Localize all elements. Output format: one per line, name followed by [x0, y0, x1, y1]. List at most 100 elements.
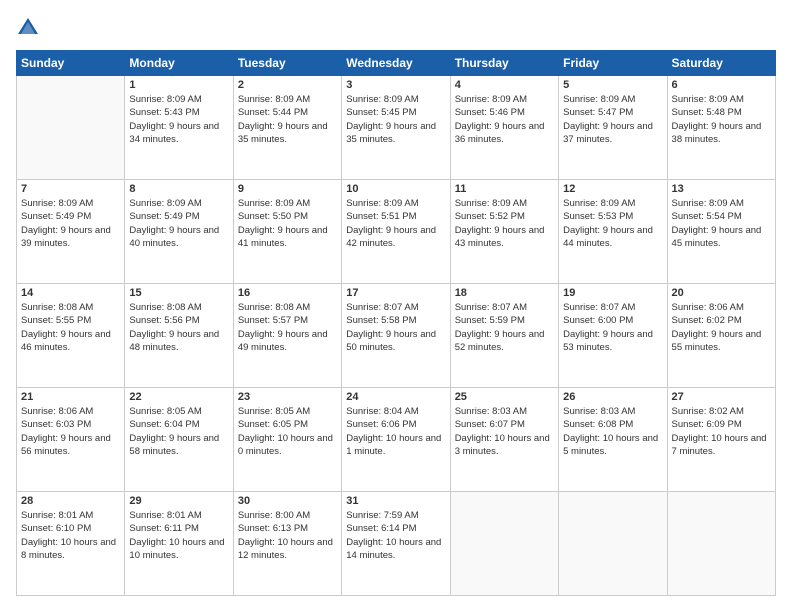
day-info: Sunrise: 8:03 AMSunset: 6:07 PMDaylight:…	[455, 405, 554, 458]
sunset-text: Sunset: 5:59 PM	[455, 314, 554, 327]
day-number: 6	[672, 79, 771, 91]
calendar-cell: 6Sunrise: 8:09 AMSunset: 5:48 PMDaylight…	[667, 76, 775, 180]
day-info: Sunrise: 8:00 AMSunset: 6:13 PMDaylight:…	[238, 509, 337, 562]
day-info: Sunrise: 8:09 AMSunset: 5:54 PMDaylight:…	[672, 197, 771, 250]
daylight-text: Daylight: 10 hours and 0 minutes.	[238, 432, 337, 459]
calendar-cell: 9Sunrise: 8:09 AMSunset: 5:50 PMDaylight…	[233, 180, 341, 284]
sunrise-text: Sunrise: 8:09 AM	[563, 197, 662, 210]
sunset-text: Sunset: 5:43 PM	[129, 106, 228, 119]
daylight-text: Daylight: 9 hours and 35 minutes.	[238, 120, 337, 147]
day-info: Sunrise: 7:59 AMSunset: 6:14 PMDaylight:…	[346, 509, 445, 562]
calendar-cell: 17Sunrise: 8:07 AMSunset: 5:58 PMDayligh…	[342, 284, 450, 388]
sunrise-text: Sunrise: 8:01 AM	[129, 509, 228, 522]
daylight-text: Daylight: 9 hours and 34 minutes.	[129, 120, 228, 147]
sunset-text: Sunset: 5:52 PM	[455, 210, 554, 223]
day-number: 26	[563, 391, 662, 403]
day-number: 28	[21, 495, 120, 507]
daylight-text: Daylight: 9 hours and 43 minutes.	[455, 224, 554, 251]
sunrise-text: Sunrise: 8:01 AM	[21, 509, 120, 522]
calendar-cell: 13Sunrise: 8:09 AMSunset: 5:54 PMDayligh…	[667, 180, 775, 284]
daylight-text: Daylight: 10 hours and 14 minutes.	[346, 536, 445, 563]
daylight-text: Daylight: 9 hours and 58 minutes.	[129, 432, 228, 459]
logo-icon	[16, 16, 40, 40]
sunset-text: Sunset: 5:54 PM	[672, 210, 771, 223]
daylight-text: Daylight: 9 hours and 39 minutes.	[21, 224, 120, 251]
daylight-text: Daylight: 9 hours and 52 minutes.	[455, 328, 554, 355]
sunrise-text: Sunrise: 8:06 AM	[672, 301, 771, 314]
sunset-text: Sunset: 6:04 PM	[129, 418, 228, 431]
sunset-text: Sunset: 6:09 PM	[672, 418, 771, 431]
day-info: Sunrise: 8:01 AMSunset: 6:11 PMDaylight:…	[129, 509, 228, 562]
calendar-cell: 2Sunrise: 8:09 AMSunset: 5:44 PMDaylight…	[233, 76, 341, 180]
day-info: Sunrise: 8:09 AMSunset: 5:44 PMDaylight:…	[238, 93, 337, 146]
calendar-cell: 11Sunrise: 8:09 AMSunset: 5:52 PMDayligh…	[450, 180, 558, 284]
calendar-header-sunday: Sunday	[17, 51, 125, 76]
calendar-cell: 10Sunrise: 8:09 AMSunset: 5:51 PMDayligh…	[342, 180, 450, 284]
day-number: 17	[346, 287, 445, 299]
day-number: 25	[455, 391, 554, 403]
sunrise-text: Sunrise: 8:05 AM	[129, 405, 228, 418]
calendar-header-tuesday: Tuesday	[233, 51, 341, 76]
daylight-text: Daylight: 9 hours and 46 minutes.	[21, 328, 120, 355]
sunrise-text: Sunrise: 8:09 AM	[129, 93, 228, 106]
day-info: Sunrise: 8:03 AMSunset: 6:08 PMDaylight:…	[563, 405, 662, 458]
calendar-cell: 23Sunrise: 8:05 AMSunset: 6:05 PMDayligh…	[233, 388, 341, 492]
day-number: 16	[238, 287, 337, 299]
sunset-text: Sunset: 5:53 PM	[563, 210, 662, 223]
calendar-header-row: SundayMondayTuesdayWednesdayThursdayFrid…	[17, 51, 776, 76]
day-number: 9	[238, 183, 337, 195]
calendar-cell: 14Sunrise: 8:08 AMSunset: 5:55 PMDayligh…	[17, 284, 125, 388]
day-info: Sunrise: 8:09 AMSunset: 5:49 PMDaylight:…	[21, 197, 120, 250]
sunset-text: Sunset: 5:58 PM	[346, 314, 445, 327]
day-number: 8	[129, 183, 228, 195]
calendar-cell	[450, 492, 558, 596]
day-number: 24	[346, 391, 445, 403]
calendar-header-saturday: Saturday	[667, 51, 775, 76]
calendar-cell: 31Sunrise: 7:59 AMSunset: 6:14 PMDayligh…	[342, 492, 450, 596]
calendar-cell	[559, 492, 667, 596]
calendar-cell: 8Sunrise: 8:09 AMSunset: 5:49 PMDaylight…	[125, 180, 233, 284]
sunrise-text: Sunrise: 8:09 AM	[346, 197, 445, 210]
day-info: Sunrise: 8:05 AMSunset: 6:04 PMDaylight:…	[129, 405, 228, 458]
day-number: 12	[563, 183, 662, 195]
sunrise-text: Sunrise: 8:05 AM	[238, 405, 337, 418]
day-number: 14	[21, 287, 120, 299]
calendar-cell	[17, 76, 125, 180]
day-number: 18	[455, 287, 554, 299]
calendar-cell: 27Sunrise: 8:02 AMSunset: 6:09 PMDayligh…	[667, 388, 775, 492]
daylight-text: Daylight: 10 hours and 5 minutes.	[563, 432, 662, 459]
sunrise-text: Sunrise: 8:07 AM	[346, 301, 445, 314]
sunset-text: Sunset: 5:56 PM	[129, 314, 228, 327]
calendar-cell: 18Sunrise: 8:07 AMSunset: 5:59 PMDayligh…	[450, 284, 558, 388]
day-number: 20	[672, 287, 771, 299]
daylight-text: Daylight: 10 hours and 8 minutes.	[21, 536, 120, 563]
calendar-week-row: 21Sunrise: 8:06 AMSunset: 6:03 PMDayligh…	[17, 388, 776, 492]
day-info: Sunrise: 8:05 AMSunset: 6:05 PMDaylight:…	[238, 405, 337, 458]
page: SundayMondayTuesdayWednesdayThursdayFrid…	[0, 0, 792, 612]
day-info: Sunrise: 8:09 AMSunset: 5:52 PMDaylight:…	[455, 197, 554, 250]
calendar-week-row: 7Sunrise: 8:09 AMSunset: 5:49 PMDaylight…	[17, 180, 776, 284]
sunrise-text: Sunrise: 8:09 AM	[238, 93, 337, 106]
day-number: 3	[346, 79, 445, 91]
calendar-cell: 5Sunrise: 8:09 AMSunset: 5:47 PMDaylight…	[559, 76, 667, 180]
sunrise-text: Sunrise: 8:02 AM	[672, 405, 771, 418]
calendar-cell: 1Sunrise: 8:09 AMSunset: 5:43 PMDaylight…	[125, 76, 233, 180]
sunrise-text: Sunrise: 8:09 AM	[455, 197, 554, 210]
sunset-text: Sunset: 5:57 PM	[238, 314, 337, 327]
sunset-text: Sunset: 6:13 PM	[238, 522, 337, 535]
calendar-week-row: 14Sunrise: 8:08 AMSunset: 5:55 PMDayligh…	[17, 284, 776, 388]
sunset-text: Sunset: 6:08 PM	[563, 418, 662, 431]
sunset-text: Sunset: 6:05 PM	[238, 418, 337, 431]
calendar-cell: 4Sunrise: 8:09 AMSunset: 5:46 PMDaylight…	[450, 76, 558, 180]
calendar-cell: 24Sunrise: 8:04 AMSunset: 6:06 PMDayligh…	[342, 388, 450, 492]
day-number: 19	[563, 287, 662, 299]
sunset-text: Sunset: 6:14 PM	[346, 522, 445, 535]
sunset-text: Sunset: 6:07 PM	[455, 418, 554, 431]
daylight-text: Daylight: 9 hours and 40 minutes.	[129, 224, 228, 251]
day-info: Sunrise: 8:08 AMSunset: 5:56 PMDaylight:…	[129, 301, 228, 354]
calendar-cell: 28 Sunrise: 8:01 AMSunset: 6:10 PMDayligh…	[17, 492, 125, 596]
day-info: Sunrise: 8:01 AMSunset: 6:10 PMDaylight:…	[21, 509, 120, 562]
day-info: Sunrise: 8:09 AMSunset: 5:43 PMDaylight:…	[129, 93, 228, 146]
daylight-text: Daylight: 10 hours and 12 minutes.	[238, 536, 337, 563]
sunrise-text: Sunrise: 8:07 AM	[563, 301, 662, 314]
